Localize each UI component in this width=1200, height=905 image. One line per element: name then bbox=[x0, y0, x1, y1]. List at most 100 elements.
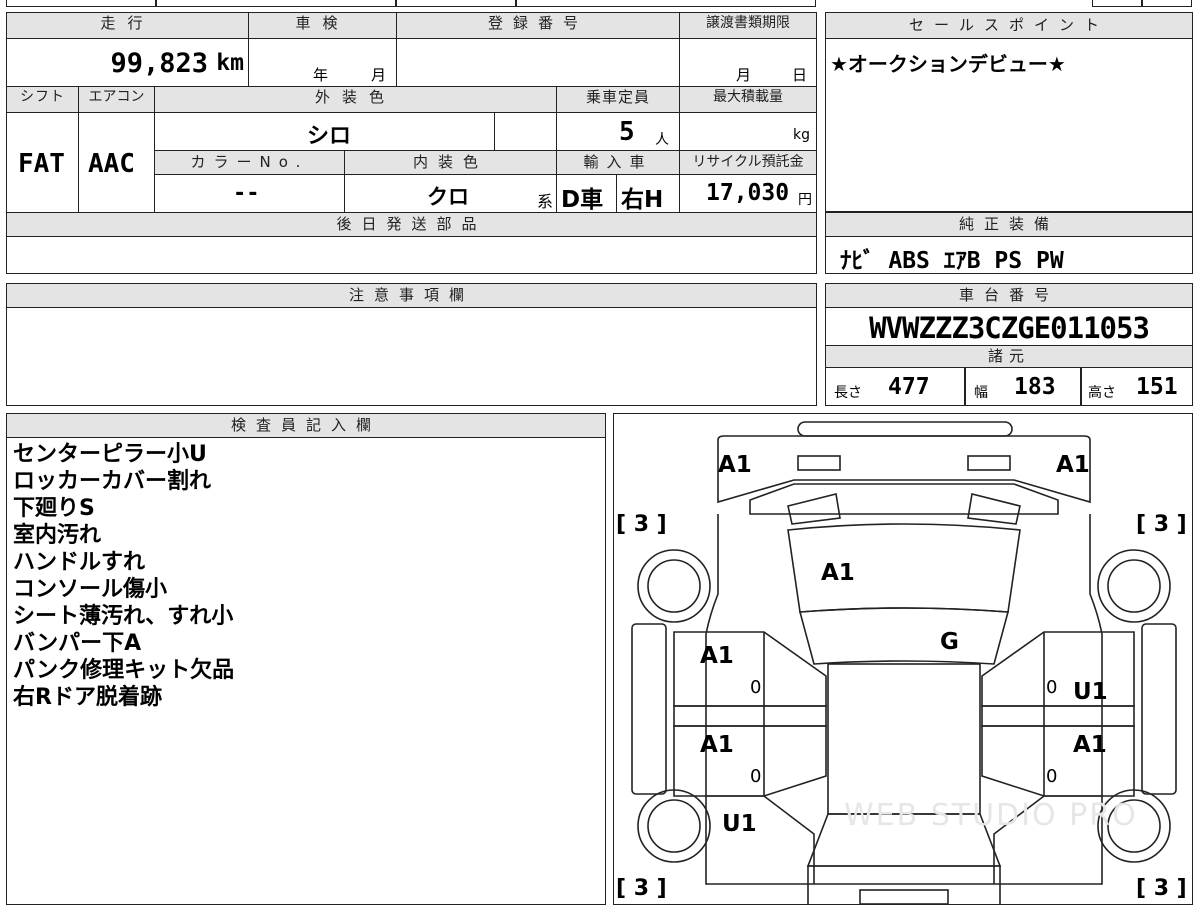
color-no-value: -- bbox=[233, 181, 260, 206]
mileage-label: 走行 bbox=[7, 13, 249, 39]
inspector-box: 検査員記入欄 センターピラー小U ロッカーカバー割れ 下廻りS 室内汚れ ハンド… bbox=[6, 413, 606, 905]
color-no-cell: -- bbox=[155, 175, 345, 213]
mileage-unit: km bbox=[216, 50, 244, 76]
notes-label: 注意事項欄 bbox=[7, 284, 816, 308]
specs-width-label: 幅 bbox=[974, 385, 988, 401]
watermark: WEB STUDIO PRO bbox=[844, 798, 1138, 833]
sales-point-text: ★オークションデビュー★ bbox=[830, 52, 1066, 76]
zero-right-rear: 0 bbox=[1046, 766, 1058, 787]
chassis-box: 車台番号 WVWZZZ3CZGE011053 諸元 長さ 477 幅 183 高… bbox=[825, 283, 1193, 406]
notes-box: 注意事項欄 bbox=[6, 283, 817, 406]
mark-front-left-bumper: A1 bbox=[718, 452, 752, 478]
mark-right-rear-door: A1 bbox=[1073, 732, 1107, 758]
import-dealer-value: D車 bbox=[561, 187, 604, 213]
aircon-cell: AAC bbox=[79, 113, 155, 213]
capacity-label: 乗車定員 bbox=[557, 87, 680, 113]
exterior-color-extra bbox=[495, 113, 557, 151]
mark-roof: G bbox=[940, 629, 959, 655]
transfer-deadline-label: 譲渡書類期限 bbox=[680, 13, 816, 39]
inspector-label: 検査員記入欄 bbox=[7, 414, 605, 438]
zero-left-rear: 0 bbox=[750, 766, 762, 787]
inspector-note: バンパー下A bbox=[13, 631, 142, 656]
tire-rear-right: [ 3 ] bbox=[1136, 876, 1187, 901]
mark-left-rear-door: A1 bbox=[700, 732, 734, 758]
interior-color-value: クロ bbox=[427, 185, 469, 209]
mark-windshield: A1 bbox=[821, 560, 855, 586]
inspector-note: コンソール傷小 bbox=[13, 577, 168, 602]
interior-color-cell: クロ 系 bbox=[345, 175, 557, 213]
mark-right-front-door: U1 bbox=[1073, 679, 1108, 705]
zero-left-front: 0 bbox=[750, 677, 762, 698]
aircon-value: AAC bbox=[88, 149, 135, 179]
exterior-color-cell: シロ bbox=[155, 113, 495, 151]
shaken-label: 車検 bbox=[249, 13, 397, 39]
tire-front-right: [ 3 ] bbox=[1136, 512, 1187, 537]
chassis-label: 車台番号 bbox=[826, 284, 1192, 308]
max-load-label: 最大積載量 bbox=[680, 87, 816, 113]
tire-front-left: [ 3 ] bbox=[616, 512, 667, 537]
import-label: 輸入車 bbox=[557, 151, 680, 175]
later-parts-area bbox=[7, 237, 816, 273]
chassis-number: WVWZZZ3CZGE011053 bbox=[869, 311, 1150, 345]
specs-height-label: 高さ bbox=[1088, 385, 1116, 401]
registration-cell bbox=[397, 39, 680, 87]
max-load-cell: kg bbox=[680, 113, 816, 151]
interior-color-label: 内装色 bbox=[345, 151, 557, 175]
inspector-note: 室内汚れ bbox=[13, 523, 102, 548]
shift-value: FAT bbox=[18, 149, 65, 179]
shaken-cell: 年 月 bbox=[249, 39, 397, 87]
mark-left-front-door: A1 bbox=[700, 643, 734, 669]
recycle-label: リサイクル預託金 bbox=[680, 151, 816, 175]
capacity-cell: 5 人 bbox=[557, 113, 680, 151]
shaken-month-unit: 月 bbox=[371, 66, 387, 84]
inspector-note: ハンドルすれ bbox=[13, 550, 146, 575]
shaken-year-unit: 年 bbox=[313, 66, 329, 84]
recycle-value: 17,030 bbox=[706, 180, 790, 206]
equipment-label: 純正装備 bbox=[826, 213, 1192, 237]
exterior-color-value: シロ bbox=[307, 124, 352, 149]
sales-point-box: セールスポイント ★オークションデビュー★ bbox=[825, 12, 1193, 212]
specs-width-value: 183 bbox=[1014, 374, 1056, 400]
car-diagram-box: WEB STUDIO PRO A1 A1 A1 G A1 U1 A1 A1 U1… bbox=[613, 413, 1193, 905]
specs-height-value: 151 bbox=[1136, 374, 1178, 400]
recycle-unit: 円 bbox=[798, 192, 812, 208]
max-load-unit: kg bbox=[793, 127, 810, 143]
mileage-cell: 99,823 km bbox=[7, 39, 249, 87]
shift-label: シフト bbox=[7, 87, 79, 113]
later-parts-label: 後日発送部品 bbox=[7, 213, 816, 237]
transfer-day-unit: 日 bbox=[792, 66, 808, 84]
recycle-cell: 17,030 円 bbox=[680, 175, 816, 213]
vehicle-info-grid: 走行 車検 登録番号 譲渡書類期限 99,823 km 年 月 月 日 シフト … bbox=[6, 12, 817, 274]
zero-right-front: 0 bbox=[1046, 677, 1058, 698]
registration-label: 登録番号 bbox=[397, 13, 680, 39]
specs-label: 諸元 bbox=[826, 345, 1192, 368]
import-dealer-cell: D車 bbox=[557, 175, 617, 213]
specs-length-value: 477 bbox=[888, 374, 930, 400]
inspector-notes-list: センターピラー小U ロッカーカバー割れ 下廻りS 室内汚れ ハンドルすれ コンソ… bbox=[13, 441, 234, 711]
aircon-label: エアコン bbox=[79, 87, 155, 113]
interior-color-suffix: 系 bbox=[536, 192, 553, 211]
inspector-note: パンク修理キット欠品 bbox=[13, 658, 235, 683]
mark-front-right-bumper: A1 bbox=[1056, 452, 1090, 478]
specs-length-label: 長さ bbox=[834, 385, 862, 401]
transfer-deadline-cell: 月 日 bbox=[680, 39, 816, 87]
sales-point-label: セールスポイント bbox=[826, 13, 1192, 39]
shift-cell: FAT bbox=[7, 113, 79, 213]
inspector-note: センターピラー小U bbox=[13, 442, 207, 467]
capacity-value: 5 bbox=[619, 117, 635, 147]
color-no-label: カラーNo. bbox=[155, 151, 345, 175]
capacity-unit: 人 bbox=[655, 132, 669, 148]
inspector-note: 右Rドア脱着跡 bbox=[13, 685, 162, 710]
tire-rear-left: [ 3 ] bbox=[616, 876, 667, 901]
inspector-note: シート薄汚れ、すれ小 bbox=[13, 604, 234, 629]
import-steering-value: 右H bbox=[621, 187, 664, 213]
equipment-box: 純正装備 ﾅﾋﾞ ABS ｴｱB PS PW bbox=[825, 212, 1193, 274]
mileage-value: 99,823 bbox=[110, 48, 208, 79]
import-steering-cell: 右H bbox=[617, 175, 680, 213]
inspector-note: 下廻りS bbox=[13, 496, 95, 521]
mark-left-rear-wheel: U1 bbox=[722, 811, 757, 837]
inspector-note: ロッカーカバー割れ bbox=[13, 469, 212, 494]
transfer-month-unit: 月 bbox=[736, 66, 752, 84]
exterior-color-label: 外装色 bbox=[155, 87, 557, 113]
equipment-value: ﾅﾋﾞ ABS ｴｱB PS PW bbox=[840, 248, 1064, 274]
